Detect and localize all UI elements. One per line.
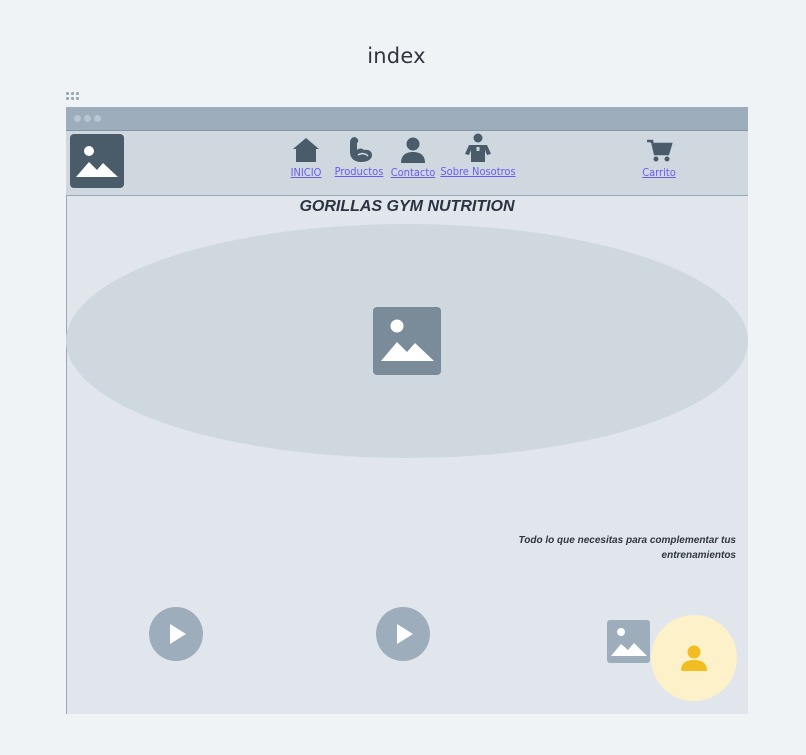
window-dot bbox=[84, 115, 91, 122]
user-icon bbox=[401, 137, 425, 163]
nav-item-carrito[interactable]: Carrito bbox=[640, 131, 678, 195]
tagline: Todo lo que necesitas para complementar … bbox=[518, 535, 736, 561]
window-dot bbox=[94, 115, 101, 122]
home-icon bbox=[293, 138, 319, 162]
play-video-button[interactable] bbox=[149, 607, 203, 661]
staff-person-icon bbox=[465, 133, 491, 162]
window-dot bbox=[74, 115, 81, 122]
nav-item-contacto[interactable]: Contacto bbox=[390, 131, 436, 195]
nav-item-sobre-nosotros[interactable]: Sobre Nosotros bbox=[439, 131, 517, 195]
user-icon bbox=[681, 645, 707, 671]
browser-frame: INICIO Productos Contacto Sobre Nosotros bbox=[66, 107, 748, 714]
muscle-arm-icon bbox=[350, 137, 372, 162]
hero-image-icon bbox=[373, 307, 441, 375]
nav-item-productos[interactable]: Productos bbox=[332, 131, 386, 195]
play-icon bbox=[170, 624, 186, 644]
nav-label: INICIO bbox=[290, 166, 322, 179]
navbar: INICIO Productos Contacto Sobre Nosotros bbox=[66, 131, 748, 196]
drag-handle-icon[interactable] bbox=[66, 92, 84, 104]
logo-image-icon[interactable] bbox=[70, 134, 124, 188]
window-titlebar bbox=[66, 107, 748, 131]
nav-label: Productos bbox=[334, 165, 384, 178]
nav-label: Contacto bbox=[390, 166, 436, 179]
nav-label: Sobre Nosotros bbox=[440, 165, 516, 178]
thumbnail-image-icon bbox=[607, 620, 650, 663]
cart-icon bbox=[647, 139, 673, 162]
play-icon bbox=[397, 624, 413, 644]
nav-label: Carrito bbox=[642, 166, 676, 179]
user-profile-button[interactable] bbox=[651, 615, 737, 701]
play-video-button[interactable] bbox=[376, 607, 430, 661]
nav-item-inicio[interactable]: INICIO bbox=[288, 131, 324, 195]
brand-heading: GORILLAS GYM NUTRITION bbox=[299, 198, 515, 215]
page-title: index bbox=[367, 44, 426, 68]
